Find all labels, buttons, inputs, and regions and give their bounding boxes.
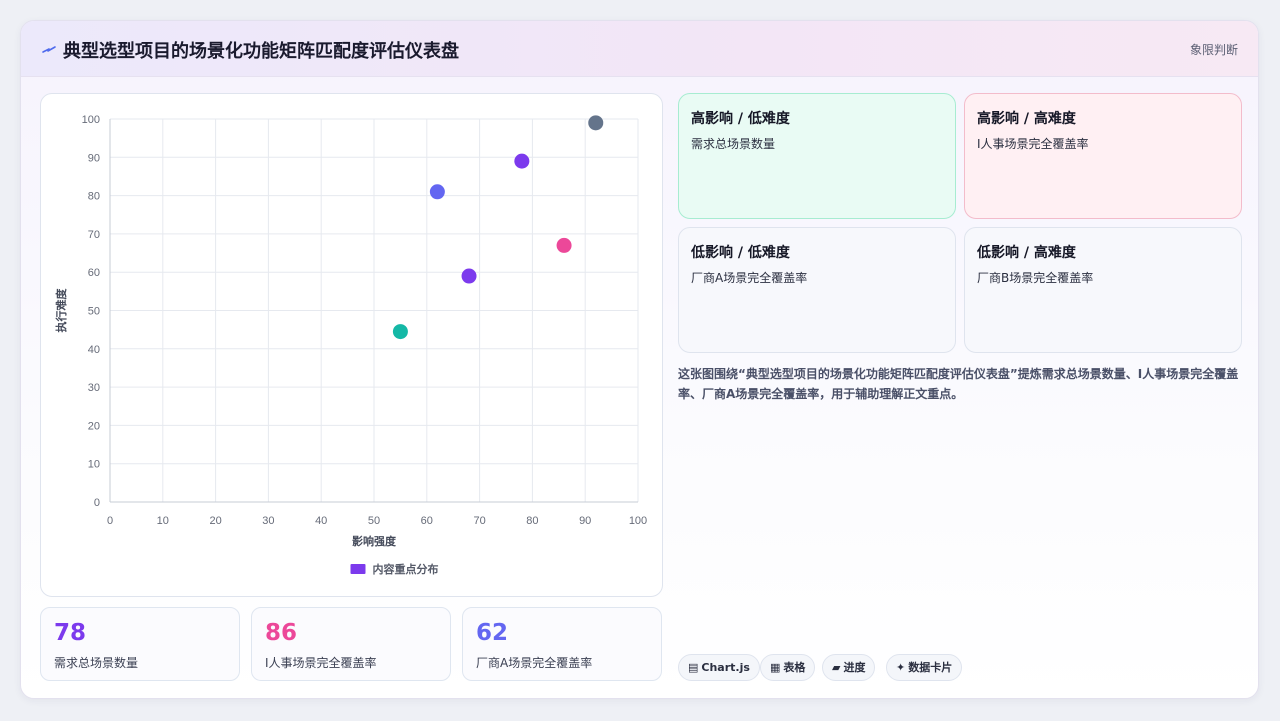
quadrant-low-impact-low-difficulty: 低影响 / 低难度 厂商A场景完全覆盖率 xyxy=(678,227,956,353)
stat-value: 86 xyxy=(265,620,298,646)
y-tick-label: 70 xyxy=(88,229,100,241)
quadrant-body: 厂商A场景完全覆盖率 xyxy=(691,271,808,285)
scatter-chart: 0 10 20 30 40 50 60 70 80 90 100 0 10 20 30 40 50 60 70 80 9… xyxy=(54,114,647,576)
x-tick-label: 30 xyxy=(262,515,274,527)
progress-icon: ▰ xyxy=(832,661,841,674)
y-tick-label: 90 xyxy=(88,152,100,164)
x-tick-label: 20 xyxy=(209,515,221,527)
data-point xyxy=(429,184,445,200)
quadrant-title: 高影响 / 高难度 xyxy=(977,111,1076,127)
chip-table[interactable]: ▦ 表格 xyxy=(760,654,816,681)
lightning-icon xyxy=(42,46,56,53)
stat-value: 78 xyxy=(54,620,87,646)
y-axis-label: 执行难度 xyxy=(54,288,68,333)
x-tick-label: 40 xyxy=(315,515,327,527)
dashboard-card: 典型选型项目的场景化功能矩阵匹配度评估仪表盘 象限判断 0 10 20 30 40 50 6… xyxy=(20,20,1259,699)
x-tick-label: 100 xyxy=(629,515,647,527)
y-tick-label: 50 xyxy=(88,306,100,318)
stat-label: 需求总场景数量 xyxy=(54,656,139,670)
x-tick-label: 60 xyxy=(421,515,433,527)
quadrant-high-impact-low-difficulty: 高影响 / 低难度 需求总场景数量 xyxy=(678,93,956,219)
y-tick-label: 0 xyxy=(94,497,100,509)
chip-progress[interactable]: ▰ 进度 xyxy=(822,654,876,681)
y-tick-label: 40 xyxy=(88,344,100,356)
x-tick-label: 90 xyxy=(579,515,591,527)
quadrant-body: 厂商B场景完全覆盖率 xyxy=(977,271,1094,285)
x-tick-label: 0 xyxy=(107,515,113,527)
x-axis-label: 影响强度 xyxy=(352,534,397,548)
quadrant-title: 低影响 / 高难度 xyxy=(977,245,1076,261)
dashboard-header: 典型选型项目的场景化功能矩阵匹配度评估仪表盘 象限判断 xyxy=(21,21,1258,77)
legend-label: 内容重点分布 xyxy=(373,562,439,576)
page-title: 典型选型项目的场景化功能矩阵匹配度评估仪表盘 xyxy=(63,41,459,62)
header-tag: 象限判断 xyxy=(1189,43,1238,57)
data-point xyxy=(514,153,530,169)
y-tick-label: 100 xyxy=(82,114,100,126)
quadrant-low-impact-high-difficulty: 低影响 / 高难度 厂商B场景完全覆盖率 xyxy=(964,227,1242,353)
chart-description: 这张图围绕“典型选型项目的场景化功能矩阵匹配度评估仪表盘”提炼需求总场景数量、I… xyxy=(678,367,1239,401)
data-point xyxy=(556,237,572,253)
x-tick-label: 70 xyxy=(473,515,485,527)
stat-card-ihr-coverage: 86 I人事场景完全覆盖率 xyxy=(251,607,451,681)
y-tick-label: 20 xyxy=(88,420,100,432)
data-point xyxy=(392,324,408,340)
chip-label: Chart.js xyxy=(701,661,750,674)
x-tick-label: 80 xyxy=(526,515,538,527)
data-point xyxy=(461,268,477,284)
chip-label: 进度 xyxy=(843,661,866,674)
chart-icon: ▤ xyxy=(688,661,699,674)
quadrant-body: 需求总场景数量 xyxy=(691,137,776,151)
stat-card-total-scenarios: 78 需求总场景数量 xyxy=(40,607,240,681)
y-tick-label: 30 xyxy=(88,382,100,394)
table-icon: ▦ xyxy=(770,661,781,674)
stat-value: 62 xyxy=(476,620,509,646)
x-tick-label: 10 xyxy=(157,515,169,527)
quadrant-body: I人事场景完全覆盖率 xyxy=(977,137,1089,151)
chip-data-card[interactable]: ✦ 数据卡片 xyxy=(886,654,963,681)
sparkle-icon: ✦ xyxy=(896,661,906,674)
x-tick-label: 50 xyxy=(368,515,380,527)
chip-chartjs[interactable]: ▤ Chart.js xyxy=(678,654,760,681)
y-tick-label: 10 xyxy=(88,459,100,471)
stat-label: 厂商A场景完全覆盖率 xyxy=(476,656,593,670)
y-tick-label: 60 xyxy=(88,267,100,279)
chip-label: 表格 xyxy=(783,661,806,674)
stat-card-vendor-a-coverage: 62 厂商A场景完全覆盖率 xyxy=(462,607,662,681)
legend-swatch xyxy=(350,564,366,574)
y-tick-label: 80 xyxy=(88,191,100,203)
chip-label: 数据卡片 xyxy=(908,661,953,674)
quadrant-title: 低影响 / 低难度 xyxy=(691,245,790,261)
stat-label: I人事场景完全覆盖率 xyxy=(265,656,377,670)
scatter-chart-panel: 0 10 20 30 40 50 60 70 80 90 100 0 10 20 30 40 50 60 70 80 9… xyxy=(40,93,663,597)
quadrant-title: 高影响 / 低难度 xyxy=(691,111,790,127)
quadrant-high-impact-high-difficulty: 高影响 / 高难度 I人事场景完全覆盖率 xyxy=(964,93,1242,219)
data-point xyxy=(588,115,604,131)
